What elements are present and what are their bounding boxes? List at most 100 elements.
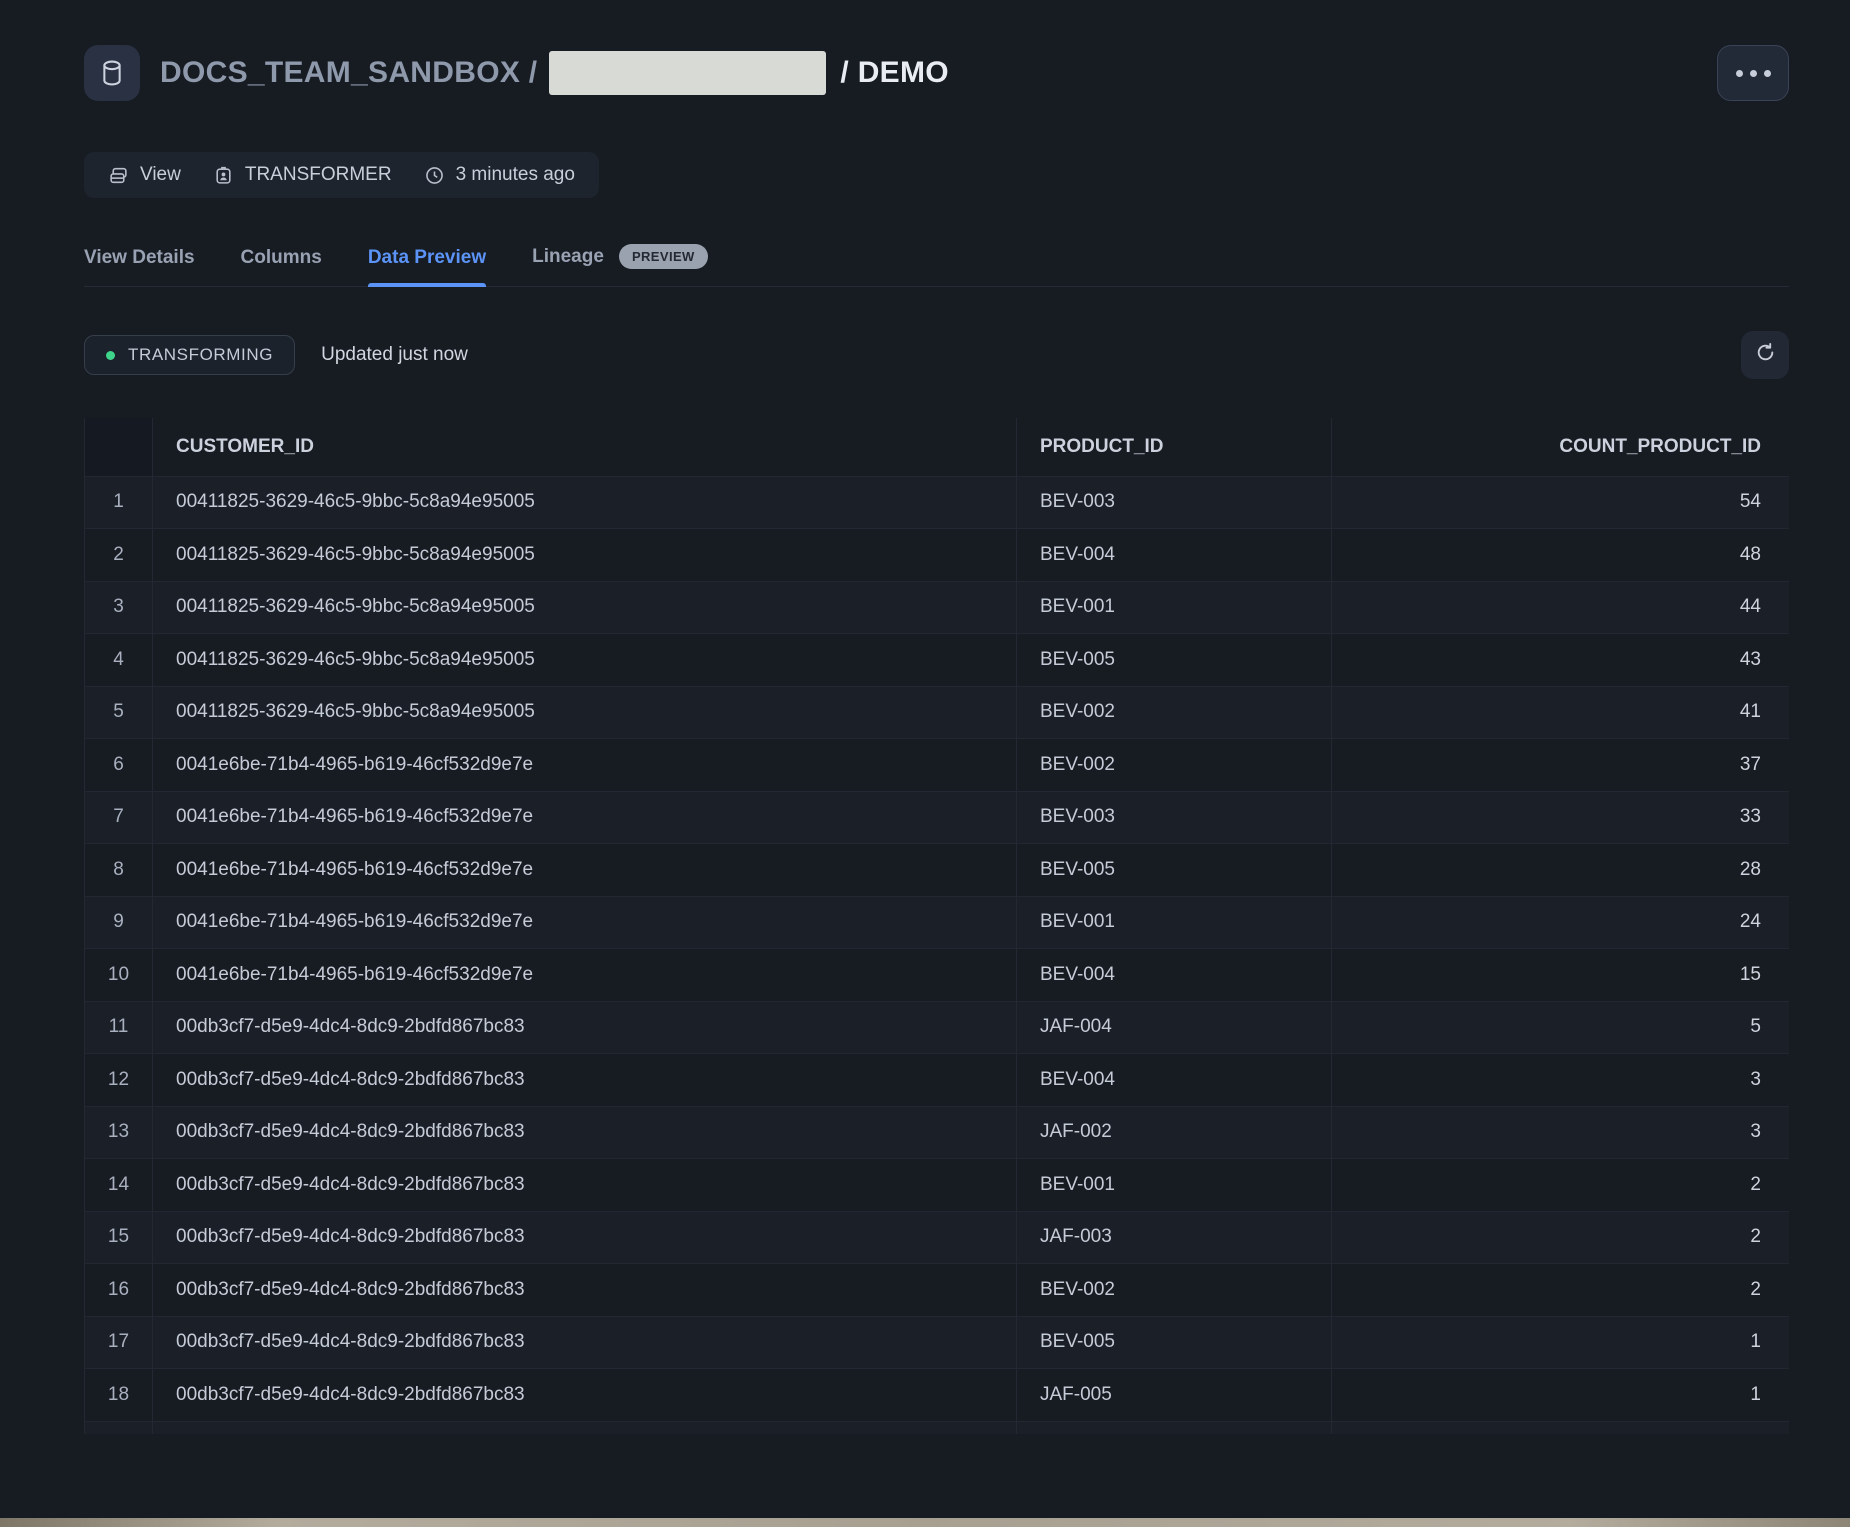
customer-id-cell: 00db3cf7-d5e9-4dc4-8dc9-2bdfd867bc83 xyxy=(153,1106,1017,1159)
customer-id-cell: 00db3cf7-d5e9-4dc4-8dc9-2bdfd867bc83 xyxy=(153,1264,1017,1317)
customer-id-cell: 0041e6be-71b4-4965-b619-46cf532d9e7e xyxy=(153,844,1017,897)
table-row: 80041e6be-71b4-4965-b619-46cf532d9e7eBEV… xyxy=(85,844,1790,897)
more-actions-button[interactable] xyxy=(1717,45,1789,101)
refresh-button[interactable] xyxy=(1741,331,1789,379)
role-badge: TRANSFORMER xyxy=(213,164,392,186)
column-header-customer-id: CUSTOMER_ID xyxy=(153,418,1017,476)
customer-id-cell: 0041e6be-71b4-4965-b619-46cf532d9e7e xyxy=(153,949,1017,1002)
customer-id-cell: 00411825-3629-46c5-9bbc-5c8a94e95005 xyxy=(153,581,1017,634)
row-number-cell: 13 xyxy=(85,1106,153,1159)
count-cell: 41 xyxy=(1332,686,1790,739)
role-label: TRANSFORMER xyxy=(245,164,392,186)
tab-columns[interactable]: Columns xyxy=(241,247,322,286)
transforming-status-badge: TRANSFORMING xyxy=(84,335,295,375)
count-cell: 15 xyxy=(1332,949,1790,1002)
table-row: 1600db3cf7-d5e9-4dc4-8dc9-2bdfd867bc83BE… xyxy=(85,1264,1790,1317)
transformer-icon xyxy=(213,165,234,186)
count-cell: 37 xyxy=(1332,739,1790,792)
table-row: 90041e6be-71b4-4965-b619-46cf532d9e7eBEV… xyxy=(85,896,1790,949)
count-cell: 48 xyxy=(1332,529,1790,582)
product-id-cell: BEV-004 xyxy=(1017,529,1332,582)
meta-row: View TRANSFORMER xyxy=(84,152,1789,198)
table-row: 400411825-3629-46c5-9bbc-5c8a94e95005BEV… xyxy=(85,634,1790,687)
ellipsis-icon xyxy=(1764,70,1771,77)
product-id-cell: BEV-001 xyxy=(1017,896,1332,949)
tab-label: Data Preview xyxy=(368,247,486,269)
customer-id-cell: 0041e6be-71b4-4965-b619-46cf532d9e7e xyxy=(153,791,1017,844)
updated-text: Updated just now xyxy=(321,344,468,366)
customer-id-cell: 00db3cf7-d5e9-4dc4-8dc9-2bdfd867bc83 xyxy=(153,1421,1017,1434)
last-updated-label: 3 minutes ago xyxy=(456,164,575,186)
row-number-cell: 17 xyxy=(85,1316,153,1369)
redacted-schema-name xyxy=(549,51,826,95)
product-id-cell: BEV-002 xyxy=(1017,739,1332,792)
count-cell: 3 xyxy=(1332,1054,1790,1107)
tab-view-details[interactable]: View Details xyxy=(84,247,195,286)
customer-id-cell: 00db3cf7-d5e9-4dc4-8dc9-2bdfd867bc83 xyxy=(153,1369,1017,1422)
product-id-cell: JAF-002 xyxy=(1017,1106,1332,1159)
product-id-cell: JAF-003 xyxy=(1017,1211,1332,1264)
customer-id-cell: 00db3cf7-d5e9-4dc4-8dc9-2bdfd867bc83 xyxy=(153,1316,1017,1369)
count-cell: 5 xyxy=(1332,1001,1790,1054)
customer-id-cell: 0041e6be-71b4-4965-b619-46cf532d9e7e xyxy=(153,739,1017,792)
view-icon xyxy=(108,165,129,186)
row-number-cell: 2 xyxy=(85,529,153,582)
count-cell: 54 xyxy=(1332,476,1790,529)
tab-lineage[interactable]: Lineage PREVIEW xyxy=(532,244,708,286)
table-row-partial: 1900db3cf7-d5e9-4dc4-8dc9-2bdfd867bc83JA… xyxy=(85,1421,1790,1434)
count-cell: 2 xyxy=(1332,1211,1790,1264)
count-cell: 1 xyxy=(1332,1421,1790,1434)
tab-label: View Details xyxy=(84,247,195,269)
count-cell: 33 xyxy=(1332,791,1790,844)
object-type-label: View xyxy=(140,164,181,186)
count-cell: 1 xyxy=(1332,1369,1790,1422)
breadcrumb-database: DOCS_TEAM_SANDBOX / xyxy=(160,56,537,90)
customer-id-cell: 00db3cf7-d5e9-4dc4-8dc9-2bdfd867bc83 xyxy=(153,1211,1017,1264)
ellipsis-icon xyxy=(1750,70,1757,77)
count-cell: 2 xyxy=(1332,1159,1790,1212)
product-id-cell: JAF-004 xyxy=(1017,1001,1332,1054)
screen-bottom-edge xyxy=(0,1518,1850,1527)
row-number-cell: 11 xyxy=(85,1001,153,1054)
product-id-cell: BEV-005 xyxy=(1017,844,1332,897)
count-cell: 1 xyxy=(1332,1316,1790,1369)
product-id-cell: BEV-004 xyxy=(1017,949,1332,1002)
ellipsis-icon xyxy=(1736,70,1743,77)
table-row: 1200db3cf7-d5e9-4dc4-8dc9-2bdfd867bc83BE… xyxy=(85,1054,1790,1107)
table-row: 1300db3cf7-d5e9-4dc4-8dc9-2bdfd867bc83JA… xyxy=(85,1106,1790,1159)
table-row: 1100db3cf7-d5e9-4dc4-8dc9-2bdfd867bc83JA… xyxy=(85,1001,1790,1054)
tab-bar: View Details Columns Data Preview Lineag… xyxy=(84,244,1789,287)
table-row: 500411825-3629-46c5-9bbc-5c8a94e95005BEV… xyxy=(85,686,1790,739)
meta-pill: View TRANSFORMER xyxy=(84,152,599,198)
column-header-rownum xyxy=(85,418,153,476)
customer-id-cell: 0041e6be-71b4-4965-b619-46cf532d9e7e xyxy=(153,896,1017,949)
product-id-cell: BEV-002 xyxy=(1017,1264,1332,1317)
page-title: DOCS_TEAM_SANDBOX / / DEMO xyxy=(160,51,949,95)
table-row: 200411825-3629-46c5-9bbc-5c8a94e95005BEV… xyxy=(85,529,1790,582)
row-number-cell: 1 xyxy=(85,476,153,529)
status-dot-icon xyxy=(106,351,115,360)
table-row: 70041e6be-71b4-4965-b619-46cf532d9e7eBEV… xyxy=(85,791,1790,844)
customer-id-cell: 00db3cf7-d5e9-4dc4-8dc9-2bdfd867bc83 xyxy=(153,1054,1017,1107)
object-type-badge: View xyxy=(108,164,181,186)
row-number-cell: 10 xyxy=(85,949,153,1002)
product-id-cell: BEV-001 xyxy=(1017,581,1332,634)
tab-data-preview[interactable]: Data Preview xyxy=(368,247,486,286)
data-preview-table-container: CUSTOMER_ID PRODUCT_ID COUNT_PRODUCT_ID … xyxy=(84,418,1789,1434)
table-row: 100041e6be-71b4-4965-b619-46cf532d9e7eBE… xyxy=(85,949,1790,1002)
product-id-cell: BEV-001 xyxy=(1017,1159,1332,1212)
row-number-cell: 16 xyxy=(85,1264,153,1317)
product-id-cell: JAF-005 xyxy=(1017,1369,1332,1422)
table-row: 300411825-3629-46c5-9bbc-5c8a94e95005BEV… xyxy=(85,581,1790,634)
table-row: 1800db3cf7-d5e9-4dc4-8dc9-2bdfd867bc83JA… xyxy=(85,1369,1790,1422)
customer-id-cell: 00411825-3629-46c5-9bbc-5c8a94e95005 xyxy=(153,686,1017,739)
product-id-cell: JAF-001 xyxy=(1017,1421,1332,1434)
title-group: DOCS_TEAM_SANDBOX / / DEMO xyxy=(84,45,949,101)
count-cell: 28 xyxy=(1332,844,1790,897)
row-number-cell: 9 xyxy=(85,896,153,949)
product-id-cell: BEV-003 xyxy=(1017,791,1332,844)
table-row: 1500db3cf7-d5e9-4dc4-8dc9-2bdfd867bc83JA… xyxy=(85,1211,1790,1264)
status-row: TRANSFORMING Updated just now xyxy=(84,331,1789,379)
refresh-icon xyxy=(1754,341,1777,369)
tab-label: Columns xyxy=(241,247,322,269)
